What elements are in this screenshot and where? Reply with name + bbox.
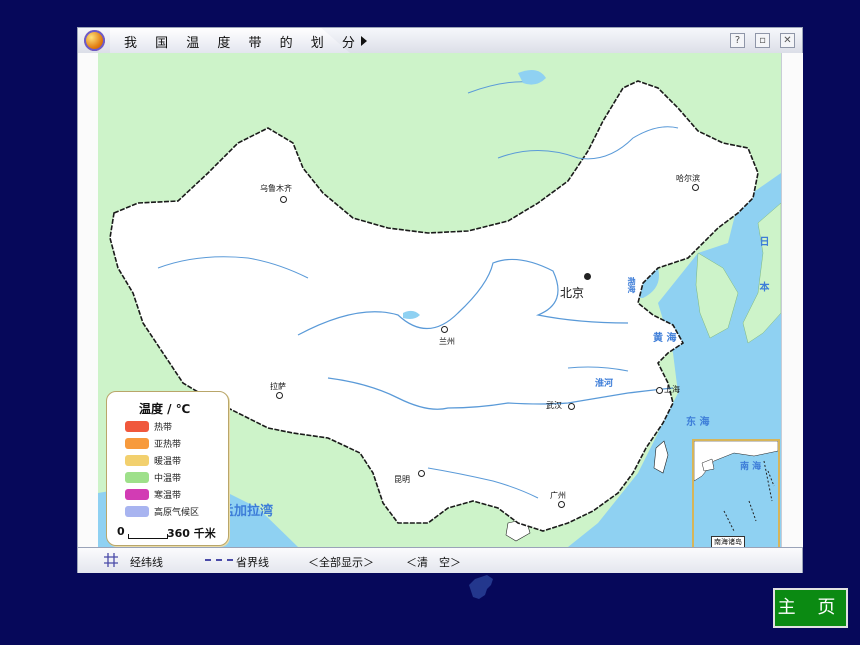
left-border-strip (78, 53, 99, 547)
scale-bar (128, 534, 168, 539)
scale-text: 360 千米 (167, 527, 216, 540)
legend-swatch (125, 489, 149, 500)
city-label-wuhan: 武汉 (546, 401, 562, 410)
label-huanghai: 黄 海 (653, 333, 677, 344)
label-bohai: 渤海 (627, 277, 636, 293)
china-silhouette-icon (469, 575, 493, 599)
city-label-lhasa: 拉萨 (270, 382, 286, 391)
city-dot-urumqi[interactable] (280, 196, 287, 203)
city-label-beijing: 北京 (560, 286, 585, 300)
title-bar: 我 国 温 度 带 的 划 分 ? ▫ ✕ (78, 28, 802, 54)
label-donghai: 东 海 (686, 417, 710, 428)
graticule-icon (104, 553, 118, 567)
close-button[interactable]: ✕ (780, 33, 795, 48)
city-dot-lhasa[interactable] (276, 392, 283, 399)
legend-label: 高原气候区 (154, 508, 200, 518)
inset-sea-label: 南 海 (740, 462, 762, 472)
restore-button[interactable]: ▫ (755, 33, 770, 48)
inset-label: 南海诸岛 (711, 536, 745, 547)
legend-swatch (125, 455, 149, 466)
legend-label: 中温带 (154, 474, 182, 484)
legend-label: 暖温带 (154, 457, 182, 467)
legend-swatch (125, 438, 149, 449)
label-huaihe: 淮河 (595, 379, 614, 389)
city-label-urumqi: 乌鲁木齐 (260, 184, 292, 193)
home-button[interactable]: 主 页 (773, 588, 848, 628)
right-border-strip (781, 53, 803, 547)
legend-label: 亚热带 (154, 440, 182, 450)
city-label-lanzhou: 兰州 (439, 337, 455, 346)
city-label-kunming: 昆明 (394, 475, 410, 484)
city-dot-guangzhou[interactable] (558, 501, 565, 508)
city-label-harbin: 哈尔滨 (676, 174, 700, 183)
city-dot-beijing[interactable] (584, 273, 591, 280)
map-window: 我 国 温 度 带 的 划 分 ? ▫ ✕ 乌鲁木齐 哈尔滨 北京 兰州 拉萨 … (78, 28, 803, 573)
show-all-button[interactable]: ＜全部显示＞ (308, 554, 374, 570)
legend-label: 热带 (154, 423, 173, 433)
legend-swatch (125, 506, 149, 517)
legend-swatch (125, 421, 149, 432)
city-dot-kunming[interactable] (418, 470, 425, 477)
map-canvas[interactable]: 乌鲁木齐 哈尔滨 北京 兰州 拉萨 上海 武汉 昆明 广州 渤海 黄 海 东 海… (98, 53, 781, 547)
lake-baikal (518, 69, 546, 85)
province-border-icon (205, 559, 233, 561)
legend-title: 温度 / ℃ (139, 402, 191, 416)
bottom-toolbar: 经纬线 省界线 ＜全部显示＞ ＜清 空＞ (78, 547, 802, 573)
temperature-legend: 温度 / ℃ 热带 亚热带 暖温带 中温带 寒温带 高原气候区 0 360 千米 (106, 391, 229, 546)
city-dot-lanzhou[interactable] (441, 326, 448, 333)
clear-button[interactable]: ＜清 空＞ (406, 554, 461, 570)
label-riben: 日 本 (757, 236, 768, 308)
city-dot-wuhan[interactable] (568, 403, 575, 410)
app-logo-icon (84, 30, 105, 51)
city-dot-shanghai[interactable] (656, 387, 663, 394)
scale-zero: 0 (117, 525, 125, 538)
legend-label: 寒温带 (154, 491, 182, 501)
window-title: 我 国 温 度 带 的 划 分 (124, 36, 362, 51)
help-button[interactable]: ? (730, 33, 745, 48)
graticule-toggle[interactable]: 经纬线 (130, 554, 163, 570)
play-arrow-icon[interactable] (361, 36, 367, 46)
south-china-sea-inset: 南 海 南海诸岛 (692, 439, 780, 547)
province-border-toggle[interactable]: 省界线 (236, 554, 269, 570)
legend-swatch (125, 472, 149, 483)
city-label-shanghai: 上海 (664, 385, 680, 394)
city-dot-harbin[interactable] (692, 184, 699, 191)
inset-map-svg (694, 441, 778, 532)
city-label-guangzhou: 广州 (550, 491, 566, 500)
